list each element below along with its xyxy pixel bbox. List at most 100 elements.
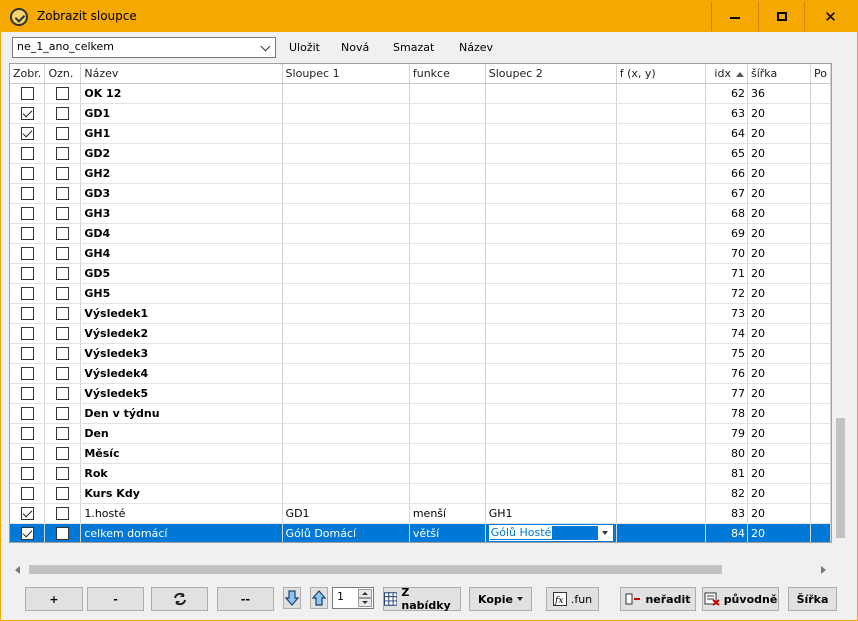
cell-show[interactable] xyxy=(10,263,46,284)
cell-column2[interactable] xyxy=(485,403,617,424)
checkbox[interactable] xyxy=(56,206,70,220)
cell-idx[interactable]: 70 xyxy=(705,243,748,264)
move-down-button[interactable] xyxy=(283,587,301,609)
cell-function[interactable] xyxy=(409,343,486,364)
dropdown-arrow-icon[interactable] xyxy=(597,526,612,540)
table-row[interactable]: OK 12 62 36 xyxy=(10,83,831,104)
cell-mark[interactable] xyxy=(44,523,82,542)
col-header-show[interactable]: Zobr. xyxy=(10,64,46,84)
table-row[interactable]: GD2 65 20 xyxy=(10,143,831,164)
cell-column2[interactable] xyxy=(485,223,617,244)
table-row[interactable]: Rok 81 20 xyxy=(10,463,831,484)
cell-po[interactable] xyxy=(810,363,831,384)
checkbox[interactable] xyxy=(20,486,34,500)
cell-name[interactable]: Den v týdnu xyxy=(80,403,283,424)
unsort-button[interactable]: neřadit xyxy=(620,587,696,611)
cell-column1[interactable] xyxy=(282,283,410,304)
cell-name[interactable]: GD2 xyxy=(80,143,283,164)
col-header-mark[interactable]: Ozn. xyxy=(44,64,82,84)
cell-width[interactable]: 36 xyxy=(747,83,811,104)
cell-idx[interactable]: 68 xyxy=(705,203,748,224)
cell-idx[interactable]: 66 xyxy=(705,163,748,184)
table-row[interactable]: celkem domácí Gólů Domácí větší Gólů Hosté 8… xyxy=(10,523,831,542)
cell-name[interactable]: Výsledek5 xyxy=(80,383,283,404)
cell-po[interactable] xyxy=(810,343,831,364)
cell-name[interactable]: Měsíc xyxy=(80,443,283,464)
cell-show[interactable] xyxy=(10,143,46,164)
cell-show[interactable] xyxy=(10,363,46,384)
cell-po[interactable] xyxy=(810,523,831,542)
cell-width[interactable]: 20 xyxy=(747,183,811,204)
cell-fxy[interactable] xyxy=(616,523,707,542)
spinner-up-icon[interactable] xyxy=(358,589,372,598)
cell-column1[interactable] xyxy=(282,343,410,364)
checkbox[interactable] xyxy=(20,346,34,360)
cell-idx[interactable]: 78 xyxy=(705,403,748,424)
cell-width[interactable]: 20 xyxy=(747,403,811,424)
cell-width[interactable]: 20 xyxy=(747,103,811,124)
cell-column2[interactable] xyxy=(485,283,617,304)
cell-column2[interactable] xyxy=(485,463,617,484)
checkbox[interactable] xyxy=(56,246,70,260)
checkbox[interactable] xyxy=(56,446,70,460)
cell-name[interactable]: OK 12 xyxy=(80,83,283,104)
checkbox[interactable] xyxy=(56,406,70,420)
cell-column2[interactable] xyxy=(485,303,617,324)
col-header-column1[interactable]: Sloupec 1 xyxy=(282,64,410,84)
table-row[interactable]: GH5 72 20 xyxy=(10,283,831,304)
cell-function[interactable] xyxy=(409,463,486,484)
cell-fxy[interactable] xyxy=(616,243,707,264)
checkbox[interactable] xyxy=(20,106,34,120)
cell-name[interactable]: GD3 xyxy=(80,183,283,204)
refresh-button[interactable] xyxy=(151,587,208,611)
cell-po[interactable] xyxy=(810,483,831,504)
cell-column1[interactable] xyxy=(282,143,410,164)
cell-po[interactable] xyxy=(810,423,831,444)
checkbox[interactable] xyxy=(20,426,34,440)
title-bar[interactable]: Zobrazit sloupce ✕ xyxy=(1,1,857,32)
cell-show[interactable] xyxy=(10,183,46,204)
cell-mark[interactable] xyxy=(44,183,82,204)
cell-mark[interactable] xyxy=(44,423,82,444)
checkbox[interactable] xyxy=(20,86,34,100)
cell-show[interactable] xyxy=(10,303,46,324)
cell-name[interactable]: 1.hosté xyxy=(80,503,283,524)
vertical-scrollbar[interactable] xyxy=(832,63,849,543)
cell-name[interactable]: GH4 xyxy=(80,243,283,264)
cell-show[interactable] xyxy=(10,503,46,524)
cell-column1[interactable] xyxy=(282,323,410,344)
cell-column1[interactable] xyxy=(282,303,410,324)
cell-mark[interactable] xyxy=(44,503,82,524)
name-button[interactable]: Název xyxy=(459,41,493,54)
cell-idx[interactable]: 72 xyxy=(705,283,748,304)
table-row[interactable]: GD3 67 20 xyxy=(10,183,831,204)
cell-column2[interactable]: Gólů Hosté xyxy=(485,523,617,542)
cell-column2[interactable] xyxy=(485,363,617,384)
vertical-scroll-thumb[interactable] xyxy=(836,418,845,538)
cell-width[interactable]: 20 xyxy=(747,423,811,444)
cell-name[interactable]: Výsledek2 xyxy=(80,323,283,344)
checkbox[interactable] xyxy=(56,146,70,160)
close-button[interactable]: ✕ xyxy=(804,2,856,31)
cell-column1[interactable]: GD1 xyxy=(282,503,410,524)
add-button[interactable]: + xyxy=(25,587,83,611)
checkbox[interactable] xyxy=(56,186,70,200)
cell-mark[interactable] xyxy=(44,123,82,144)
cell-width[interactable]: 20 xyxy=(747,243,811,264)
checkbox[interactable] xyxy=(56,86,70,100)
cell-name[interactable]: GH2 xyxy=(80,163,283,184)
checkbox[interactable] xyxy=(20,526,34,540)
cell-idx[interactable]: 81 xyxy=(705,463,748,484)
cell-width[interactable]: 20 xyxy=(747,483,811,504)
remove-button[interactable]: - xyxy=(87,587,144,611)
checkbox[interactable] xyxy=(20,226,34,240)
cell-column2[interactable] xyxy=(485,83,617,104)
cell-show[interactable] xyxy=(10,103,46,124)
spinner-down-icon[interactable] xyxy=(358,598,372,607)
checkbox[interactable] xyxy=(20,206,34,220)
cell-show[interactable] xyxy=(10,123,46,144)
cell-mark[interactable] xyxy=(44,343,82,364)
table-row[interactable]: GD5 71 20 xyxy=(10,263,831,284)
cell-mark[interactable] xyxy=(44,143,82,164)
cell-width[interactable]: 20 xyxy=(747,123,811,144)
